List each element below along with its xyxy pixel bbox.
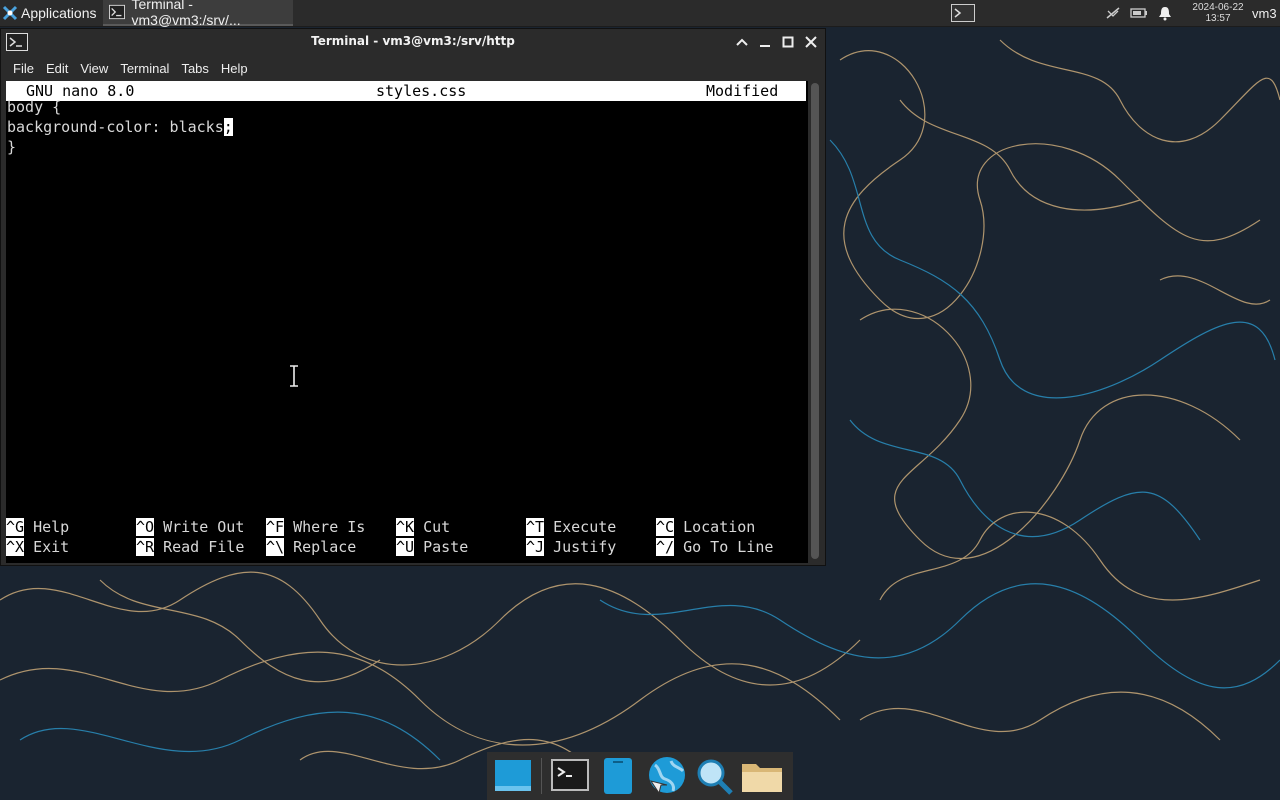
- clock-date: 2024-06-22: [1192, 2, 1244, 13]
- window-title: Terminal - vm3@vm3:/srv/http: [311, 34, 515, 48]
- shortcut-label: Replace: [293, 538, 357, 556]
- shortcut-label: Where Is: [293, 518, 366, 536]
- close-icon: [804, 35, 817, 48]
- dock-file-manager[interactable]: [740, 754, 784, 798]
- shortcut-key: ^F: [266, 518, 285, 536]
- dock-search[interactable]: [692, 754, 736, 798]
- network-disconnected-icon[interactable]: [1104, 5, 1122, 21]
- applications-menu-button[interactable]: Applications: [0, 0, 101, 26]
- maximize-icon: [782, 36, 793, 47]
- window-titlebar[interactable]: Terminal - vm3@vm3:/srv/http: [1, 29, 825, 55]
- shortcut-key: ^/: [656, 538, 675, 556]
- terminal-window: Terminal - vm3@vm3:/srv/http File Edit V…: [0, 28, 826, 566]
- shortcut-exit: ^X Exit: [6, 537, 69, 557]
- clock-time: 13:57: [1205, 13, 1231, 24]
- shortcut-read-file: ^R Read File: [136, 537, 244, 557]
- mouse-ibeam-cursor-icon: [290, 365, 298, 387]
- nano-header: GNU nano 8.0 styles.css Modified: [6, 81, 806, 101]
- editor-line-2: background-color: blacks;: [7, 117, 233, 137]
- shortcut-key: ^X: [6, 538, 25, 556]
- shortcut-label: Go To Line: [683, 538, 774, 556]
- shortcut-key: ^G: [6, 518, 25, 536]
- shortcut-label: Execute: [553, 518, 617, 536]
- desktop-icon: [495, 760, 531, 791]
- shortcut-key: ^C: [656, 518, 675, 536]
- top-panel: Applications Terminal - vm3@vm3:/srv/...: [0, 0, 1280, 28]
- applications-label: Applications: [21, 5, 97, 21]
- shortcut-label: Location: [683, 518, 756, 536]
- taskbar-item-label: Terminal - vm3@vm3:/srv/...: [131, 0, 241, 28]
- shortcut-label: Cut: [423, 518, 451, 536]
- shortcut-key: ^T: [526, 518, 545, 536]
- dock-web-browser[interactable]: [644, 754, 688, 798]
- terminal-icon: [951, 4, 975, 22]
- maximize-button[interactable]: [779, 33, 796, 50]
- shortcut-label: Read File: [163, 538, 245, 556]
- menu-help[interactable]: Help: [215, 61, 254, 76]
- terminal-icon: [108, 4, 125, 20]
- shortcut-label: Exit: [33, 538, 70, 556]
- folder-icon: [742, 764, 782, 792]
- files-phone-icon: [604, 758, 632, 794]
- shortcut-key: ^U: [396, 538, 415, 556]
- menu-tabs[interactable]: Tabs: [175, 61, 214, 76]
- clock[interactable]: 2024-06-22 13:57: [1184, 2, 1252, 24]
- taskbar-item-terminal[interactable]: Terminal - vm3@vm3:/srv/...: [102, 0, 293, 28]
- system-tray: [1104, 5, 1174, 21]
- menubar: File Edit View Terminal Tabs Help: [1, 55, 825, 81]
- workspace-terminal-icon[interactable]: [950, 3, 976, 23]
- shortcut-where-is: ^F Where Is: [266, 517, 365, 537]
- shortcut-replace: ^\ Replace: [266, 537, 356, 557]
- editor-line-2-text: background-color: blacks: [7, 118, 224, 136]
- minimize-icon: [759, 44, 770, 47]
- terminal-content[interactable]: GNU nano 8.0 styles.css Modified body { …: [6, 81, 808, 563]
- shortcut-key: ^O: [136, 518, 155, 536]
- scrollbar-thumb[interactable]: [811, 83, 819, 559]
- text-cursor: ;: [223, 118, 233, 136]
- user-menu[interactable]: vm3: [1252, 6, 1280, 21]
- dock: [487, 752, 793, 800]
- shortcut-write-out: ^O Write Out: [136, 517, 244, 537]
- battery-icon[interactable]: [1130, 5, 1148, 21]
- shortcut-key: ^\: [266, 538, 285, 556]
- shortcut-label: Justify: [553, 538, 617, 556]
- menu-edit[interactable]: Edit: [40, 61, 74, 76]
- minimize-button[interactable]: [756, 33, 773, 50]
- search-icon: [697, 759, 733, 795]
- chevron-up-icon: [735, 38, 748, 46]
- terminal-icon: [6, 33, 28, 51]
- shortcut-execute: ^T Execute: [526, 517, 616, 537]
- shortcut-label: Help: [33, 518, 70, 536]
- applications-logo-icon: [2, 5, 18, 21]
- nano-status: Modified: [706, 82, 779, 100]
- shortcut-cut: ^K Cut: [396, 517, 450, 537]
- shortcut-help: ^G Help: [6, 517, 69, 537]
- shortcut-justify: ^J Justify: [526, 537, 616, 557]
- shortcut-go-to-line: ^/ Go To Line: [656, 537, 773, 557]
- editor-line-3: }: [7, 138, 17, 156]
- shortcut-label: Paste: [423, 538, 469, 556]
- terminal-icon: [551, 759, 589, 791]
- close-button[interactable]: [802, 33, 819, 50]
- menu-view[interactable]: View: [74, 61, 114, 76]
- shortcut-key: ^K: [396, 518, 415, 536]
- scrollbar[interactable]: [809, 83, 821, 561]
- dock-show-desktop[interactable]: [491, 754, 535, 798]
- menu-file[interactable]: File: [7, 61, 40, 76]
- shortcut-paste: ^U Paste: [396, 537, 468, 557]
- editor-line-1: body {: [7, 98, 62, 116]
- shortcut-key: ^R: [136, 538, 155, 556]
- shortcut-key: ^J: [526, 538, 545, 556]
- dock-files-phone[interactable]: [596, 754, 640, 798]
- shortcut-label: Write Out: [163, 518, 245, 536]
- nano-filename: styles.css: [376, 82, 467, 100]
- dock-terminal[interactable]: [548, 754, 592, 798]
- menu-terminal[interactable]: Terminal: [114, 61, 175, 76]
- shade-button[interactable]: [733, 33, 750, 50]
- notification-bell-icon[interactable]: [1156, 5, 1174, 21]
- web-browser-icon: [649, 757, 685, 795]
- shortcut-location: ^C Location: [656, 517, 755, 537]
